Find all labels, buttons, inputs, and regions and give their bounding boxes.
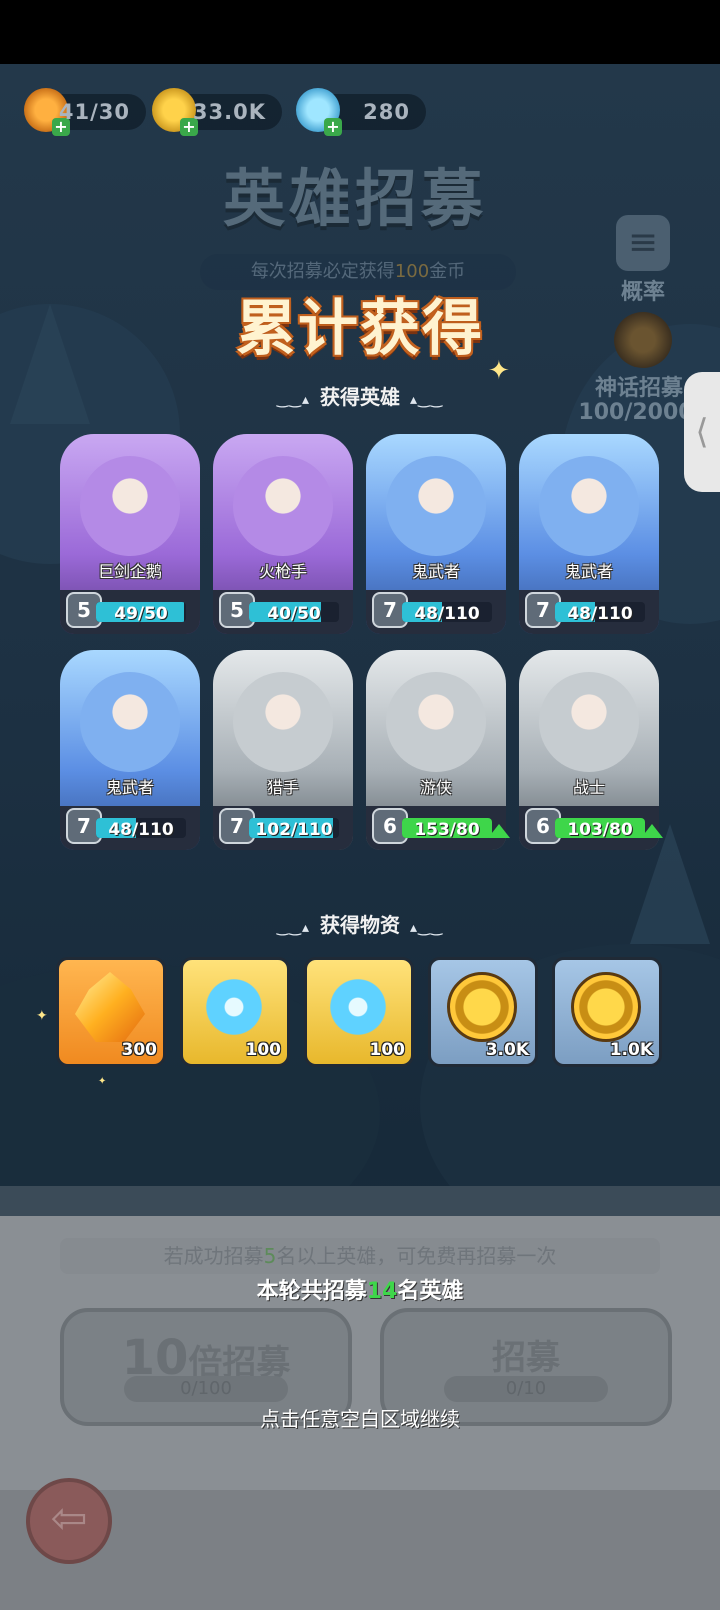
crystal-value: 280 <box>363 100 410 124</box>
gold-coin-icon <box>447 972 517 1042</box>
hero-portrait-icon <box>539 456 639 556</box>
hero-name: 鬼武者 <box>564 562 613 581</box>
recruit-label: 招募 <box>492 1338 560 1378</box>
crystal-counter[interactable]: + 280 <box>296 88 426 136</box>
hero-card[interactable]: 战士 6 103/80 <box>519 650 663 850</box>
banner-highlight: 100 <box>394 261 430 282</box>
hero-progress-text: 49/50 <box>114 604 168 624</box>
gold-value: 33.0K <box>192 100 266 124</box>
hero-portrait-icon <box>386 672 486 772</box>
hero-card-footer: 5 40/50 <box>213 590 353 634</box>
hero-portrait-icon <box>233 456 333 556</box>
hero-card-footer: 6 103/80 <box>519 806 663 850</box>
recruit-count: 0/10 <box>444 1376 608 1402</box>
hero-card[interactable]: 猎手 7 102/110 <box>213 650 353 850</box>
energy-counter[interactable]: + 41/30 <box>24 88 146 136</box>
divider-deco: ‿‿▴ <box>276 920 310 936</box>
gold-counter[interactable]: + 33.0K <box>152 88 282 136</box>
blue-crystal-icon <box>199 972 269 1042</box>
hero-card[interactable]: 火枪手 5 40/50 <box>213 434 353 634</box>
reward-quantity: 100 <box>369 1040 406 1060</box>
hero-card-footer: 6 153/80 <box>366 806 510 850</box>
hero-card[interactable]: 鬼武者 7 48/110 <box>519 434 659 634</box>
back-arrow-icon[interactable]: ⇦ <box>26 1478 112 1564</box>
hero-name: 巨剑企鹅 <box>97 562 162 581</box>
banner-text: 金币 <box>429 261 466 282</box>
hero-progress-text: 102/110 <box>255 820 333 840</box>
hero-name: 战士 <box>572 778 605 797</box>
hero-progress-text: 48/110 <box>414 604 480 624</box>
hero-portrait-icon <box>80 672 180 772</box>
reward-item[interactable]: 3.0K <box>428 957 538 1067</box>
hero-portrait-icon <box>539 672 639 772</box>
divider-deco: ▴‿‿ <box>410 920 444 936</box>
hero-card-footer: 7 48/110 <box>519 590 659 634</box>
probability-label[interactable]: 概率 <box>608 274 678 306</box>
hint-number: 5 <box>263 1244 277 1268</box>
hero-portrait-icon <box>233 672 333 772</box>
round-text: 本轮共招募 <box>256 1279 367 1304</box>
hero-card[interactable]: 鬼武者 7 48/110 <box>60 650 200 850</box>
gold-coin-icon <box>571 972 641 1042</box>
heroes-section-title: 获得英雄 <box>320 385 400 409</box>
panel-edge <box>0 1186 720 1216</box>
divider-deco: ‿‿▴ <box>276 392 310 408</box>
document-icon[interactable]: ≡ <box>616 215 670 271</box>
accumulated-title: 累计获得 <box>236 294 484 364</box>
hero-progress-text: 48/110 <box>108 820 174 840</box>
hero-name: 猎手 <box>266 778 299 797</box>
round-text: 名英雄 <box>397 1279 464 1304</box>
orange-crystal-icon <box>75 972 145 1042</box>
blue-crystal-icon <box>323 972 393 1042</box>
hero-card-footer: 7 48/110 <box>60 806 200 850</box>
round-summary: 本轮共招募14名英雄 <box>0 1273 720 1305</box>
divider-deco: ▴‿‿ <box>410 392 444 408</box>
reward-quantity: 3.0K <box>485 1040 529 1060</box>
reward-quantity: 100 <box>245 1040 282 1060</box>
hero-progress-text: 40/50 <box>267 604 321 624</box>
round-number: 14 <box>366 1279 398 1304</box>
free-recruit-hint: 若成功招募5名以上英雄，可免费再招募一次 <box>60 1238 660 1274</box>
items-section-header: ‿‿▴ 获得物资 ▴‿‿ <box>0 909 720 938</box>
reward-item[interactable]: 100 <box>180 957 290 1067</box>
hero-name: 鬼武者 <box>411 562 460 581</box>
sparkle-icon: ✦ <box>98 1076 107 1087</box>
hero-portrait-icon <box>80 456 180 556</box>
hero-progress-text: 48/110 <box>567 604 633 624</box>
heroes-section-header: ‿‿▴ 获得英雄 ▴‿‿ <box>0 381 720 410</box>
reward-item[interactable]: 100 <box>304 957 414 1067</box>
hint-text: 若成功招募 <box>163 1244 264 1268</box>
sparkle-icon: ✦ <box>36 1008 48 1024</box>
hero-card[interactable]: 游侠 6 153/80 <box>366 650 510 850</box>
hero-name: 游侠 <box>419 778 452 797</box>
hint-text: 名以上英雄，可免费再招募一次 <box>276 1244 557 1268</box>
reward-quantity: 300 <box>121 1040 158 1060</box>
reward-item[interactable]: 1.0K <box>552 957 662 1067</box>
tap-to-continue-text[interactable]: 点击任意空白区域继续 <box>0 1403 720 1432</box>
hero-card[interactable]: 巨剑企鹅 5 49/50 <box>60 434 200 634</box>
status-bar <box>0 0 720 64</box>
banner-text: 每次招募必定获得 <box>250 261 395 282</box>
upgrade-arrow-icon <box>488 824 510 838</box>
hero-card-footer: 7 102/110 <box>213 806 353 850</box>
shield-badge-icon[interactable] <box>614 312 672 368</box>
upgrade-arrow-icon <box>641 824 663 838</box>
hero-progress-text: 153/80 <box>414 820 480 840</box>
hero-portrait-icon <box>386 456 486 556</box>
items-section-title: 获得物资 <box>320 913 400 937</box>
page-title: 英雄招募 <box>222 162 487 235</box>
hero-card-footer: 7 48/110 <box>366 590 506 634</box>
hero-name: 火枪手 <box>258 562 307 581</box>
plus-icon: + <box>324 118 342 136</box>
energy-value: 41/30 <box>58 100 130 124</box>
hero-name: 鬼武者 <box>105 778 154 797</box>
ten-recruit-count: 0/100 <box>124 1376 288 1402</box>
reward-item[interactable]: 300 <box>56 957 166 1067</box>
hero-progress-text: 103/80 <box>567 820 633 840</box>
hero-card-footer: 5 49/50 <box>60 590 200 634</box>
hero-card[interactable]: 鬼武者 7 48/110 <box>366 434 506 634</box>
reward-quantity: 1.0K <box>609 1040 653 1060</box>
